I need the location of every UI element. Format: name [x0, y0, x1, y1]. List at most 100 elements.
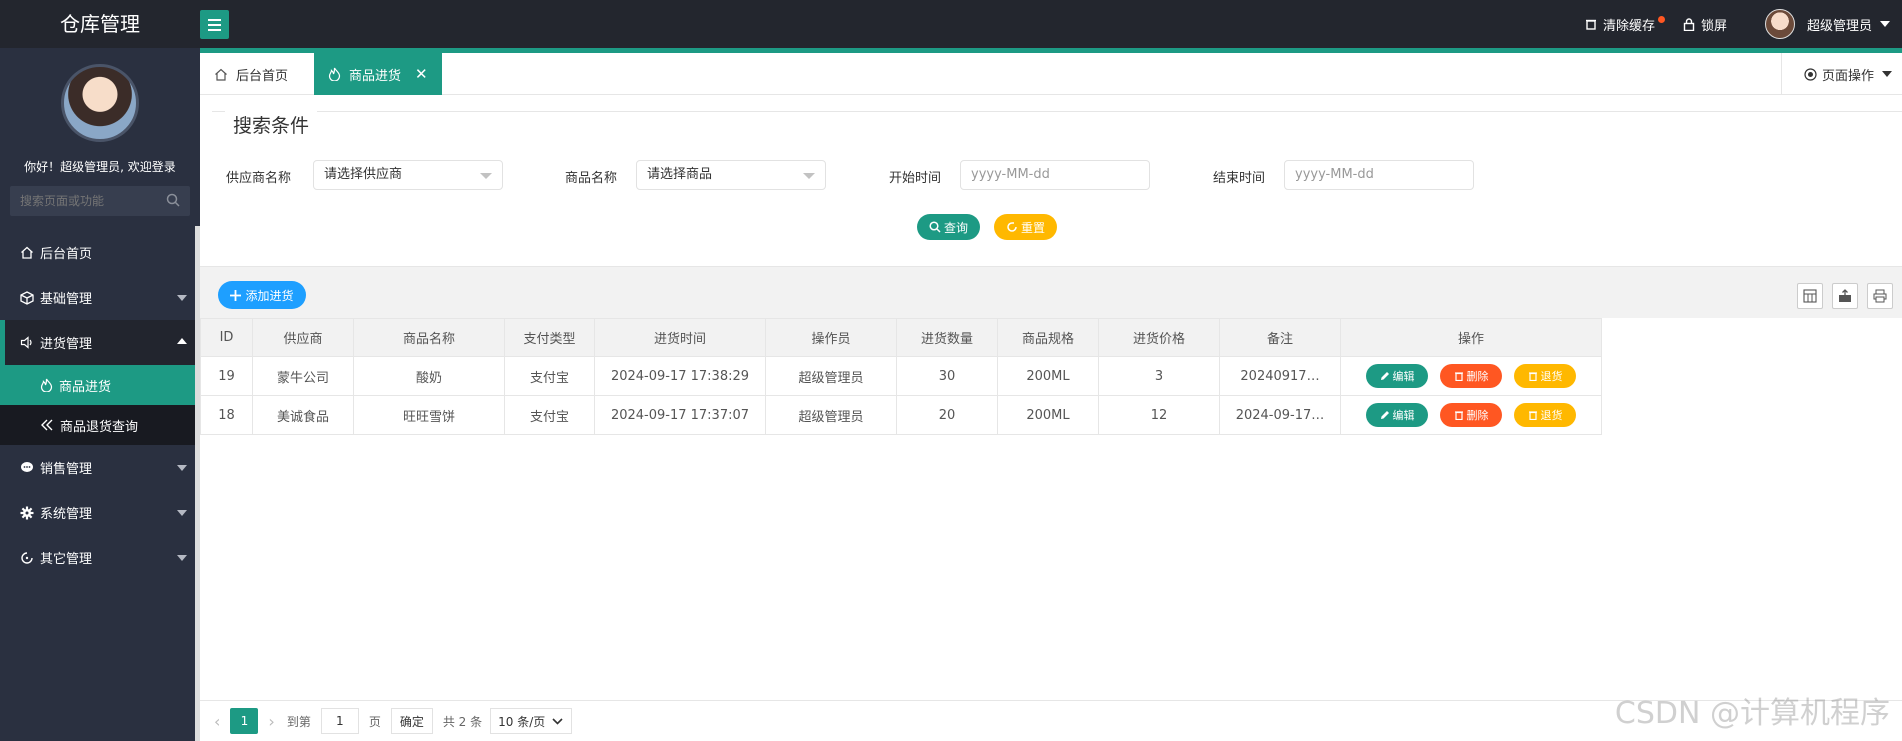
edit-button[interactable]: 编辑 — [1366, 364, 1428, 388]
chevron-down-icon — [552, 718, 563, 725]
user-name: 超级管理员 — [1806, 18, 1872, 34]
column-header[interactable]: 支付类型 — [504, 318, 595, 357]
tab-label: 商品进货 — [349, 68, 402, 84]
column-header[interactable]: 进货时间 — [594, 318, 766, 357]
home-icon — [21, 246, 33, 259]
cell-price: 3 — [1098, 356, 1220, 396]
clear-cache-label: 清除缓存 — [1602, 18, 1655, 34]
cell-price: 12 — [1098, 395, 1220, 435]
next-page-icon[interactable]: › — [268, 712, 274, 731]
cell-remark: 2024-09-17… — [1219, 395, 1341, 435]
reset-label: 重置 — [1020, 220, 1045, 235]
column-header[interactable]: 商品规格 — [997, 318, 1099, 357]
sidebar-item-label: 进货管理 — [40, 337, 93, 352]
current-page[interactable]: 1 — [230, 708, 259, 734]
column-header[interactable]: 操作员 — [765, 318, 897, 357]
fire-icon — [40, 378, 53, 392]
cell-remark: 20240917… — [1219, 356, 1341, 396]
sidebar-subitem-goods-purchase[interactable]: 商品进货 — [0, 365, 195, 405]
tab-home[interactable]: 后台首页 — [200, 53, 302, 95]
cell-spec: 200ML — [997, 356, 1099, 396]
column-header[interactable]: 供应商 — [252, 318, 354, 357]
user-menu[interactable]: 超级管理员 — [1741, 0, 1902, 48]
add-purchase-label: 添加进货 — [245, 288, 294, 303]
cell-goods: 酸奶 — [353, 356, 505, 396]
goods-select[interactable]: 请选择商品 — [636, 160, 826, 190]
add-purchase-button[interactable]: 添加进货 — [218, 281, 306, 309]
goto-page-input[interactable]: 1 — [320, 708, 359, 734]
column-header[interactable]: 进货数量 — [896, 318, 998, 357]
lock-screen-label: 锁屏 — [1700, 18, 1727, 34]
column-header[interactable]: 商品名称 — [353, 318, 505, 357]
print-icon — [1873, 289, 1887, 303]
sidebar-search-input[interactable] — [10, 186, 190, 216]
reset-button[interactable]: 重置 — [994, 214, 1057, 240]
chevron-down-icon — [177, 510, 187, 516]
edit-label: 编辑 — [1392, 370, 1415, 383]
page-size-select[interactable]: 10 条/页 — [490, 708, 573, 734]
cell-id: 19 — [200, 356, 253, 396]
main-content: 搜索条件 供应商名称 请选择供应商 商品名称 请选择商品 开始时间 yyyy-M… — [200, 96, 1902, 741]
radio-target-icon — [1804, 67, 1817, 81]
refresh-icon — [21, 551, 33, 564]
purchase-table: ID 供应商 商品名称 支付类型 进货时间 操作员 进货数量 商品规格 进货价格… — [200, 318, 1602, 435]
sidebar-item-home[interactable]: 后台首页 — [0, 230, 195, 275]
columns-icon — [1803, 289, 1817, 303]
columns-filter-button[interactable] — [1797, 283, 1823, 309]
refresh-icon — [1007, 222, 1017, 232]
sidebar-item-basic[interactable]: 基础管理 — [0, 275, 195, 320]
column-header[interactable]: 操作 — [1340, 318, 1602, 357]
chevron-up-icon — [177, 338, 187, 344]
trash-icon — [1585, 19, 1596, 30]
start-time-input[interactable]: yyyy-MM-dd — [960, 160, 1150, 190]
trash-icon — [1454, 372, 1463, 381]
query-button[interactable]: 查询 — [917, 214, 980, 240]
cell-actions: 编辑 删除 退货 — [1340, 395, 1602, 435]
menu-toggle-button[interactable] — [200, 10, 229, 39]
print-button[interactable] — [1867, 283, 1893, 309]
goto-confirm-button[interactable]: 确定 — [390, 708, 433, 734]
page-unit-label: 页 — [368, 714, 381, 729]
sidebar-subitem-return-query[interactable]: 商品退货查询 — [0, 405, 195, 445]
table-row[interactable]: 19 蒙牛公司 酸奶 支付宝 2024-09-17 17:38:29 超级管理员… — [200, 356, 1602, 396]
cell-pay-type: 支付宝 — [504, 395, 595, 435]
cell-pay-type: 支付宝 — [504, 356, 595, 396]
sidebar-item-system[interactable]: 系统管理 — [0, 490, 195, 535]
delete-button[interactable]: 删除 — [1440, 364, 1502, 388]
tab-goods-purchase[interactable]: 商品进货 ✕ — [314, 53, 442, 95]
cell-spec: 200ML — [997, 395, 1099, 435]
edit-button[interactable]: 编辑 — [1366, 403, 1428, 427]
end-time-input[interactable]: yyyy-MM-dd — [1284, 160, 1474, 190]
trash-icon — [1528, 411, 1537, 420]
page-operations-dropdown[interactable]: 页面操作 — [1780, 53, 1902, 95]
sidebar-item-purchase[interactable]: 进货管理 — [0, 320, 195, 365]
prev-page-icon[interactable]: ‹ — [214, 712, 220, 731]
return-button[interactable]: 退货 — [1514, 403, 1576, 427]
speaker-icon — [20, 336, 32, 349]
sidebar-item-sales[interactable]: 销售管理 — [0, 445, 195, 490]
start-time-label: 开始时间 — [889, 171, 942, 186]
lock-screen-button[interactable]: 锁屏 — [1669, 0, 1741, 48]
tab-bar: 后台首页 商品进货 ✕ 页面操作 — [200, 53, 1902, 95]
table-row[interactable]: 18 美诚食品 旺旺雪饼 支付宝 2024-09-17 17:37:07 超级管… — [200, 395, 1602, 435]
supplier-select[interactable]: 请选择供应商 — [313, 160, 503, 190]
sidebar-subitem-label: 商品退货查询 — [60, 419, 139, 435]
column-header[interactable]: 进货价格 — [1098, 318, 1220, 357]
column-header[interactable]: ID — [200, 318, 253, 357]
chevron-down-icon — [177, 465, 187, 471]
return-label: 退货 — [1540, 409, 1563, 422]
export-button[interactable] — [1832, 283, 1858, 309]
clear-cache-button[interactable]: 清除缓存 — [1571, 0, 1669, 48]
return-button[interactable]: 退货 — [1514, 364, 1576, 388]
chevron-down-icon — [177, 555, 187, 561]
delete-button[interactable]: 删除 — [1440, 403, 1502, 427]
trash-icon — [1454, 411, 1463, 420]
cell-goods: 旺旺雪饼 — [353, 395, 505, 435]
sidebar-item-other[interactable]: 其它管理 — [0, 535, 195, 580]
column-header[interactable]: 备注 — [1219, 318, 1341, 357]
sidebar-item-label: 系统管理 — [40, 507, 93, 522]
user-avatar — [1764, 9, 1795, 39]
cell-supplier: 美诚食品 — [252, 395, 354, 435]
close-icon[interactable]: ✕ — [415, 65, 428, 83]
plus-icon — [230, 289, 242, 301]
